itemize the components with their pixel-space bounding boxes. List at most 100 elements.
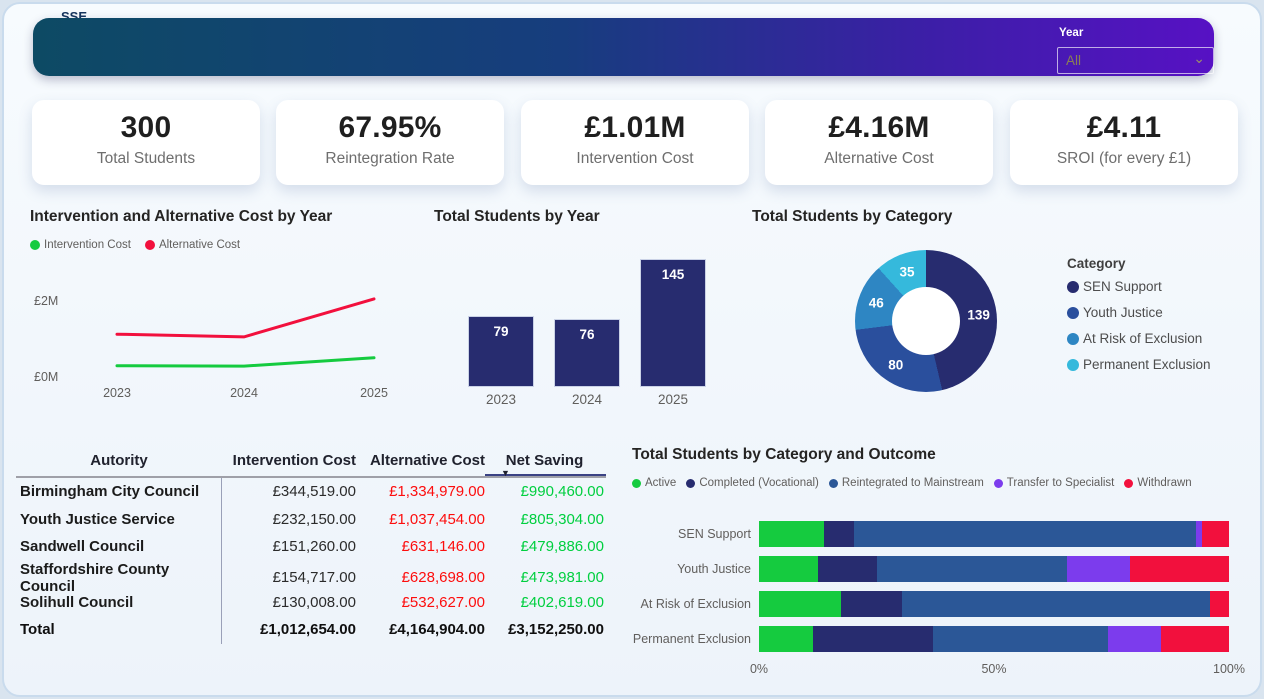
bar-segment[interactable]: [1202, 521, 1229, 547]
legend-item[interactable]: Youth Justice: [1067, 305, 1211, 320]
legend-dot-icon: [30, 240, 40, 250]
table-row[interactable]: Sandwell Council£151,260.00£631,146.00£4…: [16, 533, 606, 561]
table-row[interactable]: Youth Justice Service£232,150.00£1,037,4…: [16, 506, 606, 534]
kpi-value: £1.01M: [521, 111, 749, 145]
bar-segment[interactable]: [902, 591, 1210, 617]
axis-tick-label: 100%: [1213, 662, 1245, 676]
axis-tick-label: 2025: [641, 392, 705, 407]
legend-item-label: Withdrawn: [1137, 477, 1191, 489]
stacked-bar[interactable]: [759, 521, 1229, 547]
bar-segment[interactable]: [759, 521, 824, 547]
table-cell: £3,152,250.00: [485, 616, 604, 644]
legend-dot-icon: [1067, 281, 1079, 293]
legend-dot-icon: [829, 479, 838, 488]
legend-dot-icon: [1067, 359, 1079, 371]
legend-item-label: Youth Justice: [1083, 305, 1163, 320]
bar-segment[interactable]: [759, 556, 818, 582]
category-label: Youth Justice: [631, 562, 759, 576]
legend-item[interactable]: Active: [632, 477, 676, 489]
legend-dot-icon: [1124, 479, 1133, 488]
column-header[interactable]: Intervention Cost: [222, 444, 356, 476]
legend-item-label: SEN Support: [1083, 279, 1162, 294]
line-chart-title: Intervention and Alternative Cost by Yea…: [30, 208, 332, 226]
table-cell: £151,260.00: [222, 533, 356, 561]
kpi-label: Intervention Cost: [521, 150, 749, 168]
table-cell: Youth Justice Service: [16, 506, 222, 534]
legend-item[interactable]: Withdrawn: [1124, 477, 1191, 489]
kpi-card: £1.01M Intervention Cost: [521, 100, 749, 185]
table-row[interactable]: Birmingham City Council£344,519.00£1,334…: [16, 478, 606, 506]
stacked-bar-row: At Risk of Exclusion: [631, 591, 1229, 617]
year-dropdown[interactable]: All ⌄: [1057, 47, 1214, 74]
table-row[interactable]: Solihull Council£130,008.00£532,627.00£4…: [16, 588, 606, 616]
legend-dot-icon: [1067, 333, 1079, 345]
bar-segment[interactable]: [1067, 556, 1130, 582]
legend-dot-icon: [145, 240, 155, 250]
bar-segment[interactable]: [854, 521, 1196, 547]
bar-segment[interactable]: [1108, 626, 1161, 652]
table-cell: Solihull Council: [16, 588, 222, 616]
legend-item[interactable]: Intervention Cost: [30, 239, 131, 251]
bar-segment[interactable]: [759, 591, 841, 617]
table-body: Birmingham City Council£344,519.00£1,334…: [16, 478, 606, 644]
bar-segment[interactable]: [813, 626, 934, 652]
kpi-card: £4.16M Alternative Cost: [765, 100, 993, 185]
donut-segment-label: 80: [888, 357, 903, 372]
bar[interactable]: 145: [641, 260, 705, 386]
donut-chart-title: Total Students by Category: [752, 208, 952, 226]
column-header[interactable]: Alternative Cost: [356, 444, 485, 476]
kpi-label: Total Students: [32, 150, 260, 168]
bar-data-label: 79: [469, 324, 533, 339]
kpi-value: 67.95%: [276, 111, 504, 145]
bar-segment[interactable]: [933, 626, 1108, 652]
line-series[interactable]: [117, 358, 374, 366]
table-cell: £1,037,454.00: [356, 506, 485, 534]
stacked-bar[interactable]: [759, 591, 1229, 617]
stacked-chart-title: Total Students by Category and Outcome: [632, 446, 936, 464]
bar[interactable]: 79: [469, 317, 533, 386]
legend-item[interactable]: Transfer to Specialist: [994, 477, 1115, 489]
legend-item[interactable]: SEN Support: [1067, 279, 1211, 294]
legend-item[interactable]: Completed (Vocational): [686, 477, 819, 489]
table-cell: £532,627.00: [356, 588, 485, 616]
table-cell: £232,150.00: [222, 506, 356, 534]
line-series[interactable]: [117, 299, 374, 337]
table-row[interactable]: Staffordshire County Council£154,717.00£…: [16, 561, 606, 589]
line-chart-plot[interactable]: £2M£0M202320242025: [24, 264, 429, 414]
bar-segment[interactable]: [1210, 591, 1229, 617]
donut-ring[interactable]: 139804635: [855, 250, 997, 392]
table-cell: £805,304.00: [485, 506, 604, 534]
kpi-label: Alternative Cost: [765, 150, 993, 168]
axis-tick-label: 50%: [981, 662, 1006, 676]
bar[interactable]: 76: [555, 320, 619, 386]
stacked-bar[interactable]: [759, 626, 1229, 652]
bar-segment[interactable]: [877, 556, 1067, 582]
table-total-row: Total£1,012,654.00£4,164,904.00£3,152,25…: [16, 616, 606, 644]
axis-tick-label: 2023: [103, 386, 131, 400]
table-cell: £631,146.00: [356, 533, 485, 561]
legend-item-label: Active: [645, 477, 676, 489]
bar-segment[interactable]: [759, 626, 813, 652]
sort-descending-icon[interactable]: ▼: [501, 468, 510, 478]
legend-item[interactable]: Permanent Exclusion: [1067, 357, 1211, 372]
bar-segment[interactable]: [824, 521, 854, 547]
year-filter-label: Year: [1059, 27, 1083, 39]
legend-item[interactable]: Reintegrated to Mainstream: [829, 477, 984, 489]
stacked-bar[interactable]: [759, 556, 1229, 582]
bar-segment[interactable]: [841, 591, 902, 617]
column-header[interactable]: Autority: [16, 444, 222, 476]
chevron-down-icon[interactable]: ⌄: [1193, 53, 1205, 63]
kpi-value: £4.16M: [765, 111, 993, 145]
table-cell: £4,164,904.00: [356, 616, 485, 644]
bar-segment[interactable]: [1130, 556, 1229, 582]
dashboard-container: SSE Year All ⌄ 300Total Students67.95%Re…: [2, 2, 1262, 697]
axis-tick-label: 2024: [555, 392, 619, 407]
axis-tick-label: 2025: [360, 386, 388, 400]
bar-data-label: 76: [555, 327, 619, 342]
donut-legend: Category SEN SupportYouth JusticeAt Risk…: [1067, 256, 1211, 383]
bar-segment[interactable]: [1161, 626, 1229, 652]
legend-item[interactable]: At Risk of Exclusion: [1067, 331, 1211, 346]
bar-segment[interactable]: [818, 556, 877, 582]
legend-item[interactable]: Alternative Cost: [145, 239, 240, 251]
donut-segment-label: 46: [869, 295, 884, 310]
